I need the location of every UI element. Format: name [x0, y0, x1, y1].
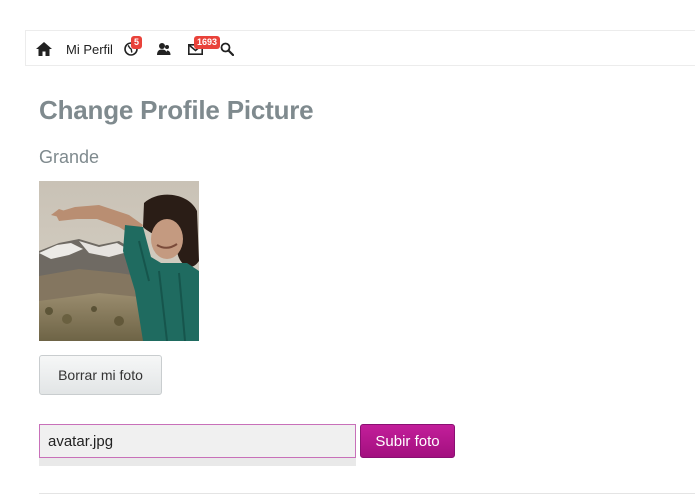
friends-link[interactable]: [156, 31, 171, 67]
my-profile-link[interactable]: Mi Perfil: [66, 31, 113, 67]
page-title: Change Profile Picture: [39, 95, 314, 125]
my-profile-label: Mi Perfil: [66, 41, 113, 57]
delete-photo-button[interactable]: Borrar mi foto: [39, 355, 162, 395]
upload-photo-button[interactable]: Subir foto: [360, 424, 455, 458]
profile-photo: [39, 181, 199, 341]
input-underbar: [39, 458, 356, 466]
friends-icon: [157, 43, 171, 55]
top-navigation-bar: Mi Perfil 5 1693: [25, 30, 695, 66]
search-link[interactable]: [220, 31, 234, 67]
file-name-input[interactable]: [39, 424, 356, 458]
notifications-badge: 5: [131, 36, 143, 49]
messages-badge: 1693: [194, 36, 221, 49]
size-label: Grande: [39, 147, 100, 167]
search-icon: [220, 42, 234, 56]
home-icon: [36, 42, 52, 56]
divider: [39, 493, 695, 494]
home-link[interactable]: [36, 31, 52, 67]
